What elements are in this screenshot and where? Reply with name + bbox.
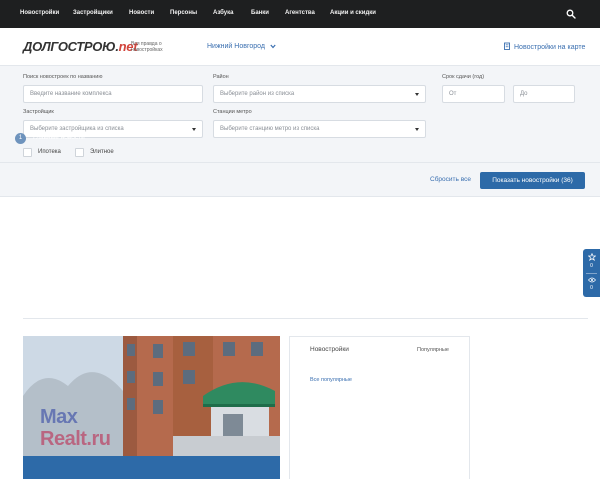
side-widget-divider bbox=[586, 273, 597, 274]
reset-filters-link[interactable]: Сбросить все bbox=[430, 176, 471, 183]
popular-card: Новостройки Популярные Все популярные bbox=[289, 336, 470, 479]
search-filters: Поиск новостроек по названию Введите наз… bbox=[0, 66, 600, 163]
photo-caption-bar bbox=[23, 456, 280, 479]
nav-item-news[interactable]: Новости bbox=[129, 10, 154, 16]
news-index-badge: 1 bbox=[15, 133, 26, 144]
nav-item-novostroyki[interactable]: Новостройки bbox=[20, 10, 59, 16]
metro-label: Станции метро bbox=[213, 109, 252, 115]
site-tagline: Вся правда о новостройках bbox=[131, 41, 163, 53]
name-search-input[interactable]: Введите название комплекса bbox=[23, 85, 203, 103]
popular-tab[interactable]: Популярные bbox=[417, 347, 449, 353]
site-logo[interactable]: ДОЛГОСТРОЮ.net bbox=[23, 39, 138, 54]
nav-item-persons[interactable]: Персоны bbox=[170, 10, 197, 16]
district-label: Район bbox=[213, 74, 229, 80]
favorites-widget[interactable]: 0 bbox=[583, 252, 600, 269]
main-news-caption[interactable]: Главные новости bbox=[33, 134, 85, 141]
elite-checkbox[interactable] bbox=[75, 148, 84, 157]
mortgage-label: Ипотека bbox=[38, 149, 61, 155]
side-widget: 0 0 bbox=[583, 249, 600, 297]
filter-actions: Сбросить все Показать новостройки (36) bbox=[0, 163, 600, 197]
search-icon[interactable] bbox=[566, 9, 576, 19]
watermark-realt: Realt.ru bbox=[40, 428, 111, 450]
site-header: ДОЛГОСТРОЮ.net Вся правда о новостройках… bbox=[0, 28, 600, 66]
viewed-widget[interactable]: 0 bbox=[583, 277, 600, 291]
nav-item-agencies[interactable]: Агентства bbox=[285, 10, 315, 16]
eye-icon bbox=[587, 277, 596, 283]
district-select[interactable]: Выберите район из списка bbox=[213, 85, 426, 103]
top-nav: Новостройки Застройщики Новости Персоны … bbox=[0, 0, 600, 28]
nav-item-developers[interactable]: Застройщики bbox=[73, 10, 113, 16]
popular-card-title: Новостройки bbox=[310, 346, 349, 353]
map-link-label: Новостройки на карте bbox=[514, 44, 586, 51]
nav-item-banks[interactable]: Банки bbox=[251, 10, 269, 16]
nav-item-promotions[interactable]: Акции и скидки bbox=[330, 10, 376, 16]
chevron-down-icon[interactable] bbox=[270, 44, 276, 49]
viewed-count: 0 bbox=[590, 285, 593, 291]
watermark-max: Max bbox=[40, 406, 78, 428]
map-link[interactable]: Новостройки на карте bbox=[503, 42, 585, 51]
name-search-label: Поиск новостроек по названию bbox=[23, 74, 103, 80]
developer-label: Застройщик bbox=[23, 109, 54, 115]
all-popular-link[interactable]: Все популярные bbox=[310, 377, 352, 383]
logo-main: ДОЛГОСТРОЮ. bbox=[23, 39, 119, 54]
deadline-label: Срок сдачи (год) bbox=[442, 74, 485, 80]
elite-label: Элитное bbox=[90, 149, 114, 155]
deadline-to-input[interactable]: До bbox=[513, 85, 575, 103]
city-selector[interactable]: Нижний Новгород bbox=[207, 43, 265, 50]
map-building-icon bbox=[504, 42, 510, 50]
favorites-count: 0 bbox=[590, 263, 593, 269]
main-news-card[interactable]: Max Realt.ru bbox=[23, 336, 280, 479]
deadline-from-input[interactable]: От bbox=[442, 85, 505, 103]
show-results-button[interactable]: Показать новостройки (36) bbox=[480, 172, 585, 189]
nav-item-abc[interactable]: Азбука bbox=[213, 10, 233, 16]
section-divider bbox=[23, 318, 588, 319]
mortgage-checkbox[interactable] bbox=[23, 148, 32, 157]
metro-select[interactable]: Выберите станцию метро из списка bbox=[213, 120, 426, 138]
star-icon bbox=[587, 252, 596, 262]
